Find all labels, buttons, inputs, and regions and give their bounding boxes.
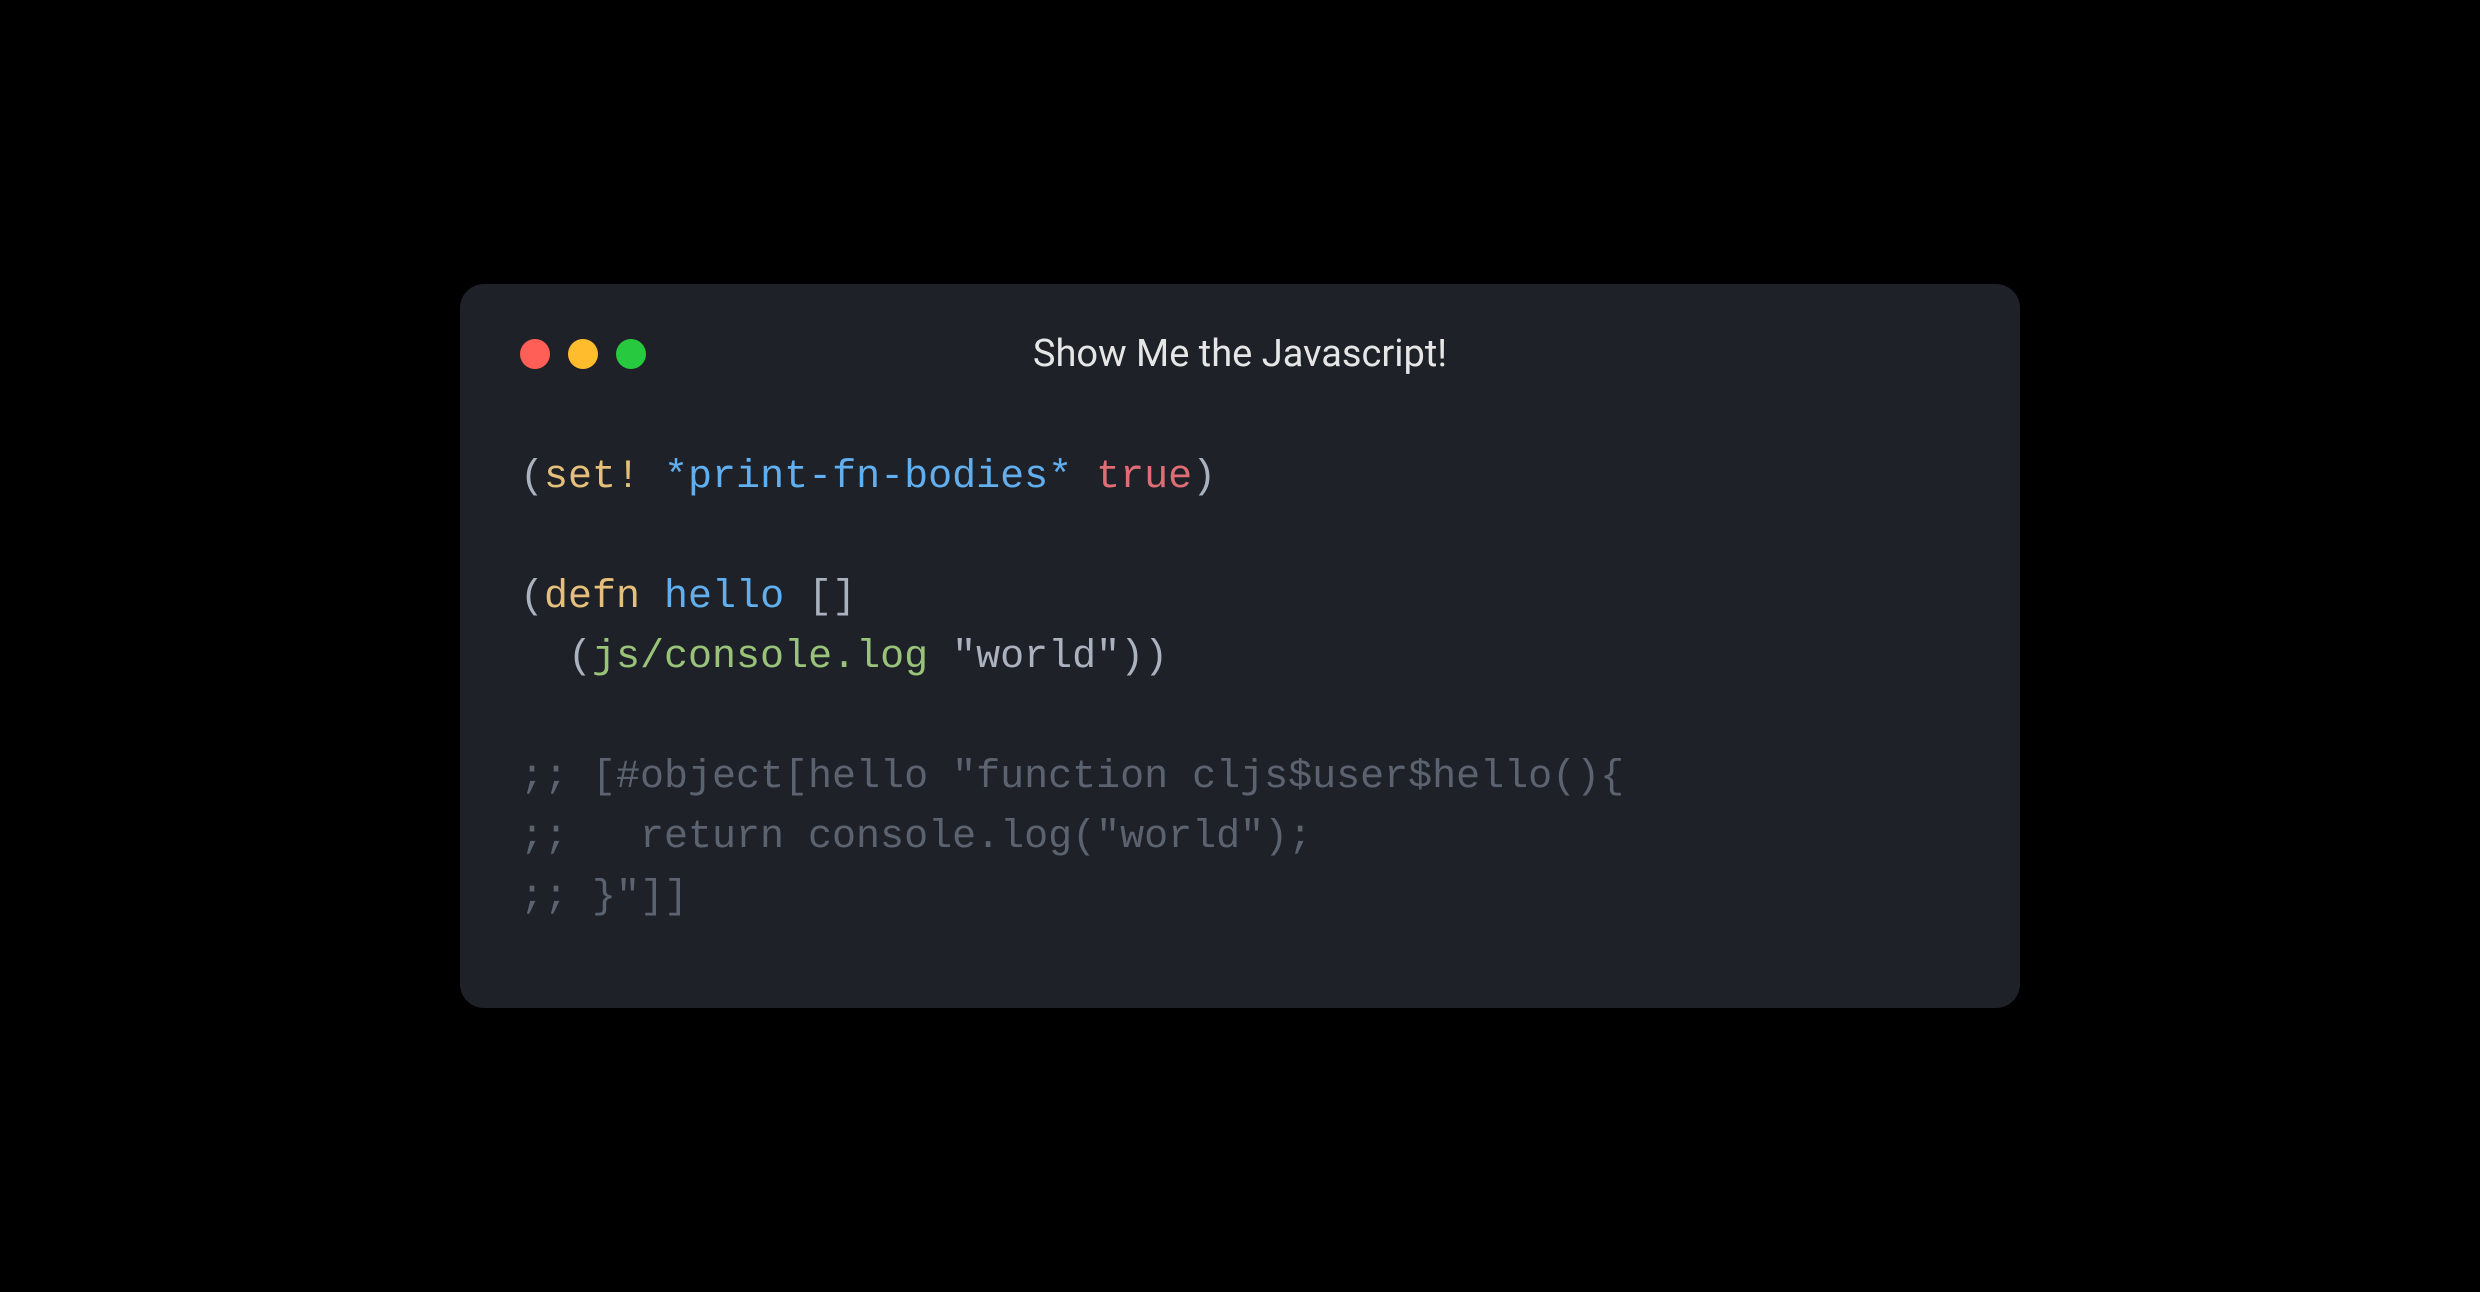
paren-close: ))	[1120, 635, 1168, 680]
comment-line: ;; return console.log("world");	[520, 815, 1312, 860]
close-icon[interactable]	[520, 339, 550, 369]
string-literal: "world"	[952, 635, 1120, 680]
space	[928, 635, 952, 680]
comment-line: ;; }"]]	[520, 875, 688, 920]
paren-open: (	[520, 575, 544, 620]
comment-line: ;; [#object[hello "function cljs$user$he…	[520, 755, 1624, 800]
space	[1072, 455, 1096, 500]
window-titlebar: Show Me the Javascript!	[520, 332, 1960, 376]
keyword-set: set!	[544, 455, 640, 500]
traffic-lights	[520, 339, 646, 369]
paren-open: (	[520, 455, 544, 500]
dynamic-var: *print-fn-bodies*	[664, 455, 1072, 500]
literal-true: true	[1096, 455, 1192, 500]
space	[784, 575, 808, 620]
code-window: Show Me the Javascript! (set! *print-fn-…	[460, 284, 2020, 1008]
paren-close: )	[1192, 455, 1216, 500]
indent	[520, 635, 568, 680]
fn-name: hello	[664, 575, 784, 620]
minimize-icon[interactable]	[568, 339, 598, 369]
arg-brackets: []	[808, 575, 856, 620]
maximize-icon[interactable]	[616, 339, 646, 369]
paren-open: (	[568, 635, 592, 680]
space	[640, 455, 664, 500]
space	[640, 575, 664, 620]
keyword-defn: defn	[544, 575, 640, 620]
window-title: Show Me the Javascript!	[520, 332, 1960, 376]
code-block: (set! *print-fn-bodies* true) (defn hell…	[520, 448, 1960, 928]
fn-call: js/console.log	[592, 635, 928, 680]
